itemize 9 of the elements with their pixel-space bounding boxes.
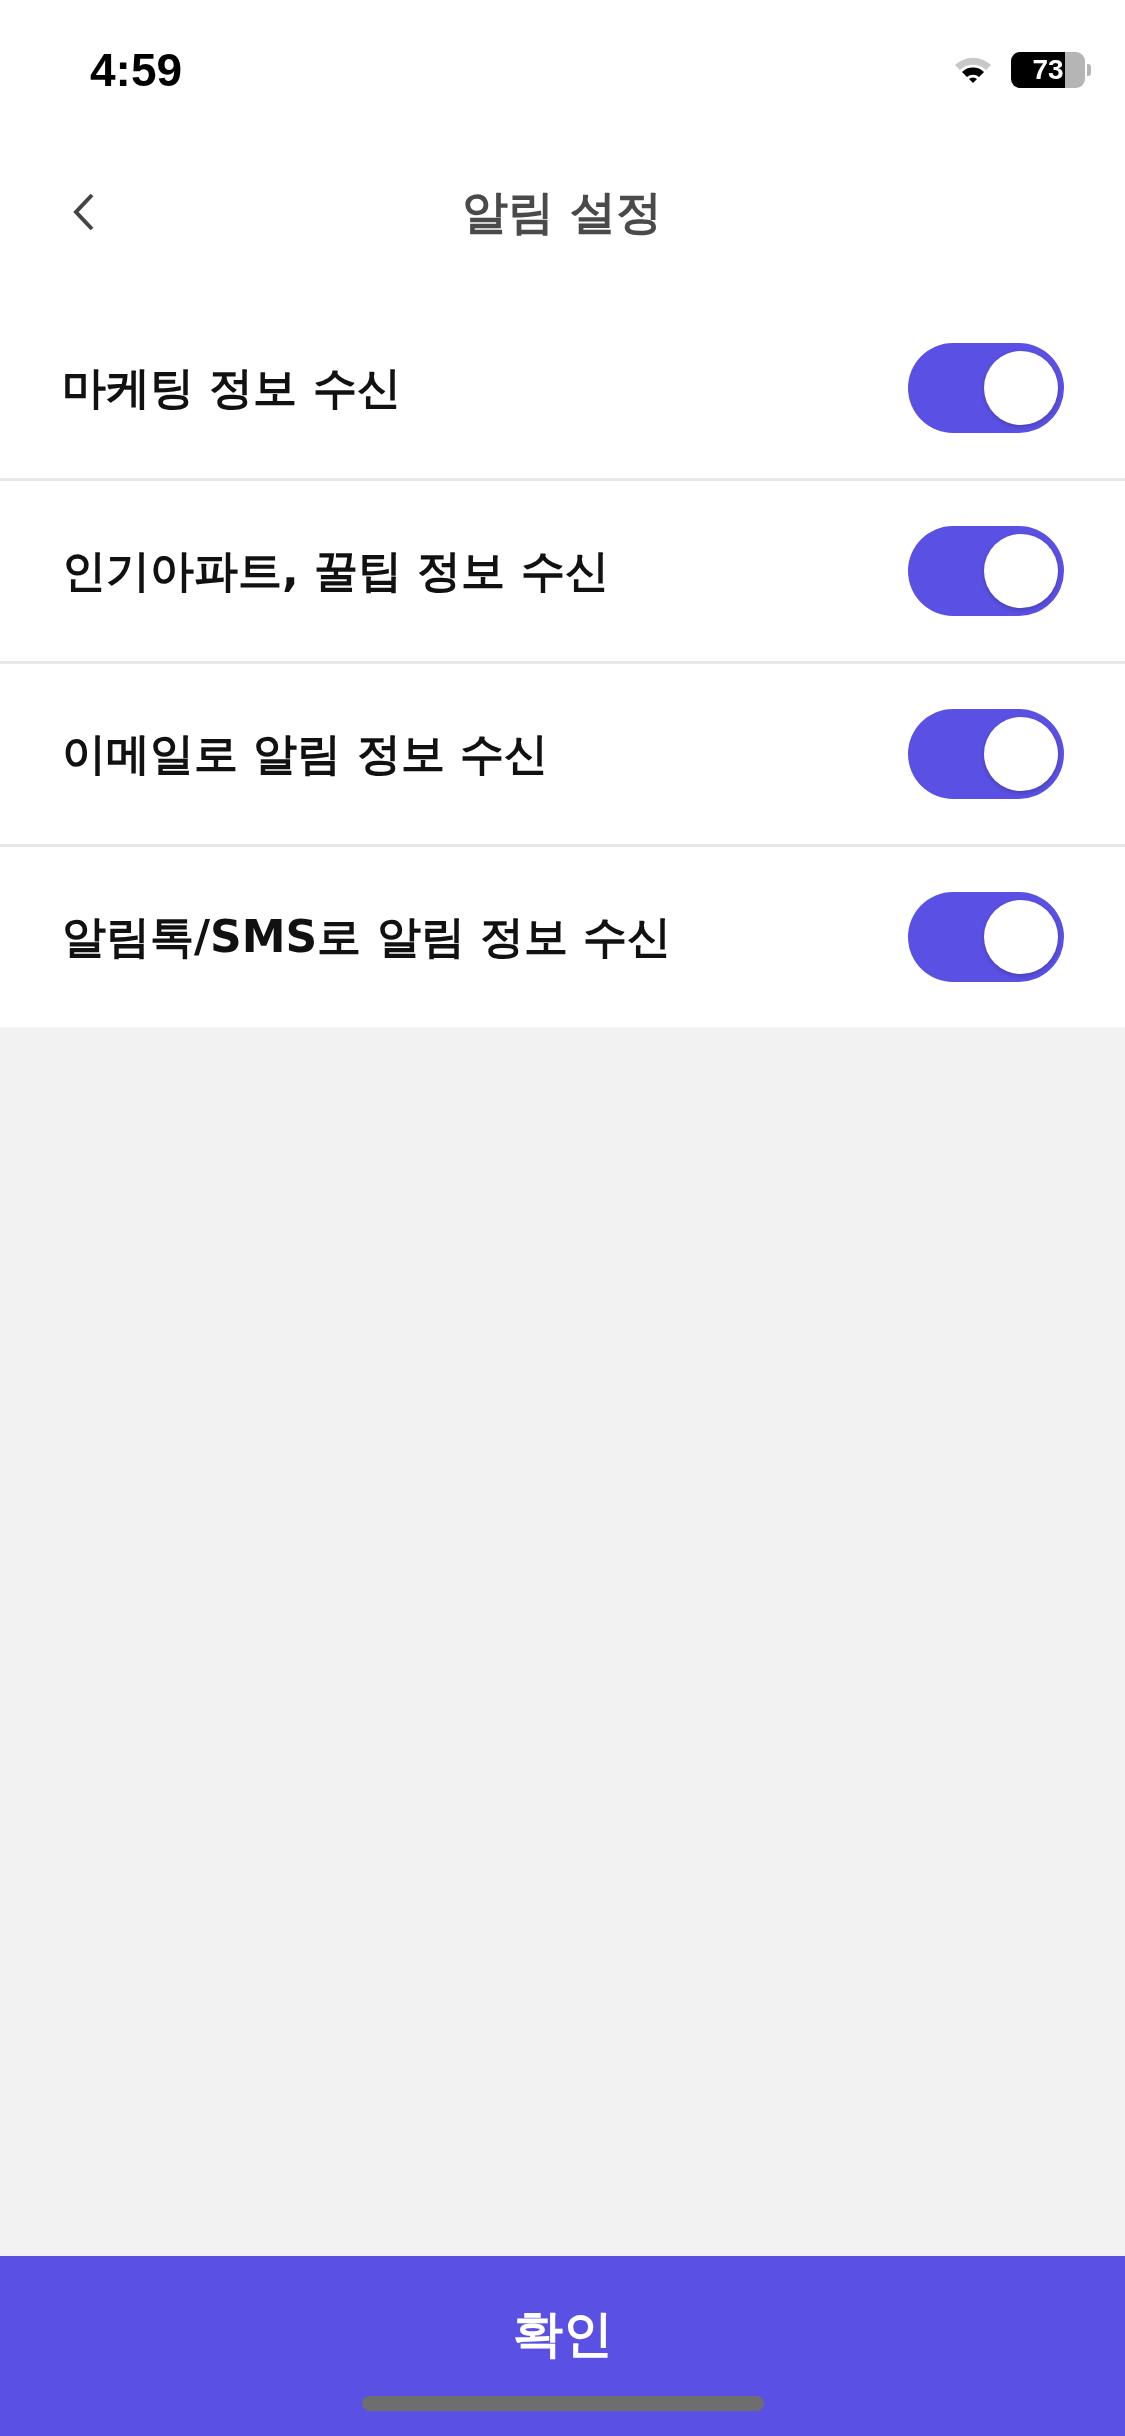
page-title: 알림 설정 bbox=[462, 184, 663, 241]
status-time: 4:59 bbox=[90, 43, 183, 97]
back-icon[interactable] bbox=[72, 192, 96, 232]
setting-label: 알림톡/SMS로 알림 정보 수신 bbox=[62, 909, 672, 964]
setting-label: 인기아파트, 꿀팁 정보 수신 bbox=[62, 543, 609, 598]
wifi-icon bbox=[953, 55, 993, 85]
setting-label: 이메일로 알림 정보 수신 bbox=[62, 726, 548, 781]
setting-label: 마케팅 정보 수신 bbox=[62, 360, 401, 415]
confirm-button[interactable]: 확인 bbox=[0, 2256, 1125, 2436]
